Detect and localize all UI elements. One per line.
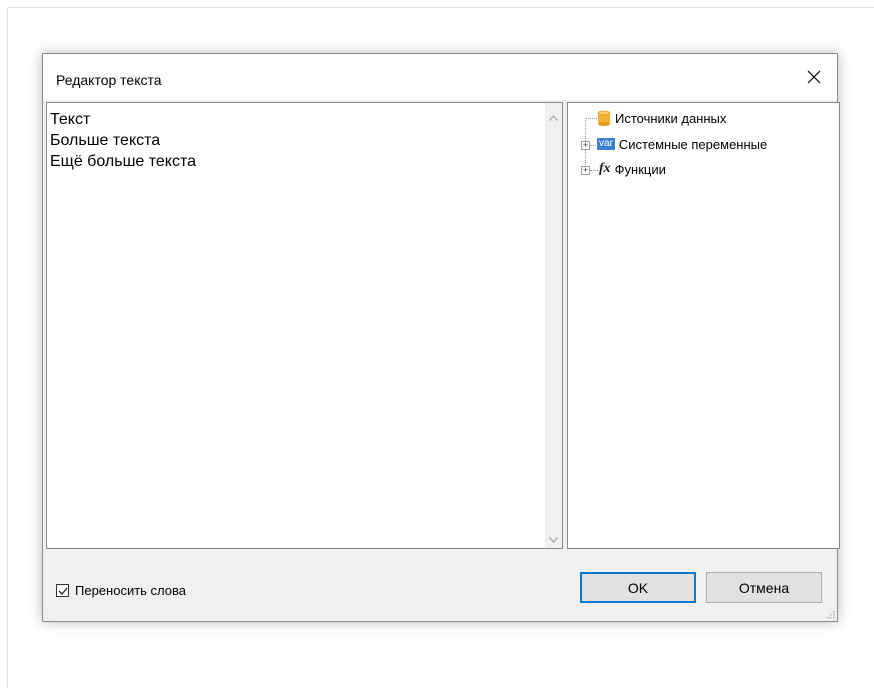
dialog-title: Редактор текста	[56, 72, 162, 88]
tree-item-label: Системные переменные	[618, 136, 768, 152]
function-icon: fx	[599, 161, 611, 176]
wrap-words-label: Переносить слова	[75, 583, 186, 598]
checkbox-box[interactable]	[56, 584, 69, 597]
chevron-up-icon	[549, 114, 558, 121]
resize-grip-icon[interactable]	[825, 609, 835, 619]
tree-item-label: Источники данных	[615, 110, 727, 126]
checkmark-icon	[58, 587, 67, 595]
text-editor-area[interactable]: Текст Больше текста Ещё больше текста	[46, 102, 563, 549]
wrap-words-checkbox[interactable]: Переносить слова	[56, 583, 186, 598]
text-editor-dialog: Редактор текста Текст Больше текста Ещё …	[42, 53, 840, 622]
expand-toggle-system-variables[interactable]: +	[581, 141, 590, 150]
scroll-down-button[interactable]	[545, 531, 562, 548]
title-bar: Редактор текста	[43, 54, 837, 100]
tree-connector	[590, 170, 598, 171]
chevron-down-icon	[549, 536, 558, 543]
close-icon	[807, 70, 821, 84]
cancel-button[interactable]: Отмена	[706, 572, 822, 603]
database-icon	[597, 110, 611, 126]
tree-item-label: Функции	[614, 161, 666, 177]
var-icon: var	[597, 138, 615, 150]
expand-toggle-functions[interactable]: +	[581, 166, 590, 175]
tree-item-data-sources[interactable]: Источники данных	[597, 108, 726, 128]
tree-connector	[585, 118, 597, 119]
data-tree: Источники данных + var Системные перемен…	[567, 102, 840, 549]
editor-text[interactable]: Текст Больше текста Ещё больше текста	[50, 109, 528, 172]
close-button[interactable]	[791, 54, 837, 100]
vertical-scrollbar[interactable]	[545, 103, 562, 548]
ok-button[interactable]: OK	[580, 572, 696, 603]
tree-item-system-variables[interactable]: var Системные переменные	[597, 134, 767, 154]
tree-item-functions[interactable]: fx Функции	[599, 159, 666, 179]
scroll-up-button[interactable]	[545, 109, 562, 126]
